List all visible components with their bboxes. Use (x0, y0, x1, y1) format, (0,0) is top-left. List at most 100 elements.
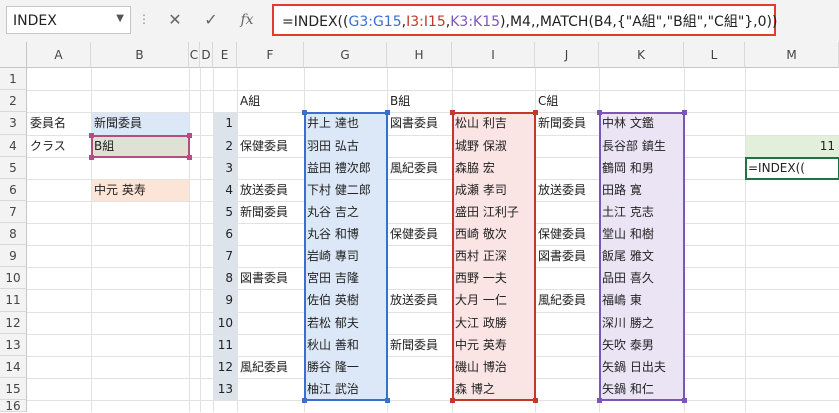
committee-c[interactable] (535, 267, 599, 289)
column-header-f[interactable]: F (237, 42, 304, 68)
range-handle[interactable] (187, 133, 192, 138)
column-header-e[interactable]: E (213, 42, 237, 68)
committee-b[interactable]: 風紀委員 (387, 157, 452, 179)
row-number[interactable]: 3 (213, 157, 237, 179)
row-header-5[interactable]: 5 (0, 157, 27, 179)
range-handle[interactable] (682, 398, 687, 403)
row-number[interactable]: 2 (213, 135, 237, 157)
committee-a[interactable] (237, 223, 304, 245)
row-header-16[interactable]: 16 (0, 400, 27, 412)
range-handle[interactable] (450, 398, 455, 403)
row-header-15[interactable]: 15 (0, 378, 27, 400)
committee-a[interactable] (237, 312, 304, 334)
committee-c[interactable] (535, 157, 599, 179)
select-all-corner[interactable] (0, 42, 27, 68)
column-header-i[interactable]: I (452, 42, 535, 68)
row-header-4[interactable]: 4 (0, 135, 27, 157)
range-handle[interactable] (682, 110, 687, 115)
row-number[interactable]: 11 (213, 334, 237, 356)
range-handle[interactable] (385, 110, 390, 115)
row-number[interactable]: 8 (213, 267, 237, 289)
column-header-m[interactable]: M (745, 42, 839, 68)
committee-b[interactable] (387, 267, 452, 289)
committee-a[interactable]: 図書委員 (237, 267, 304, 289)
range-handle[interactable] (302, 110, 307, 115)
committee-a[interactable]: 放送委員 (237, 179, 304, 201)
committee-b[interactable]: 図書委員 (387, 112, 452, 135)
row-number[interactable]: 7 (213, 245, 237, 267)
range-handle[interactable] (597, 398, 602, 403)
committee-b[interactable] (387, 312, 452, 334)
row-number[interactable]: 12 (213, 356, 237, 378)
row-number[interactable]: 6 (213, 223, 237, 245)
row-header-8[interactable]: 8 (0, 223, 27, 245)
committee-c[interactable]: 放送委員 (535, 179, 599, 201)
committee-c[interactable] (535, 378, 599, 400)
row-number[interactable]: 9 (213, 289, 237, 312)
range-handle[interactable] (597, 110, 602, 115)
row-number[interactable]: 4 (213, 179, 237, 201)
row-header-11[interactable]: 11 (0, 289, 27, 312)
column-header-d[interactable]: D (200, 42, 213, 68)
range-handle[interactable] (302, 398, 307, 403)
committee-c[interactable] (535, 334, 599, 356)
range-handle[interactable] (89, 155, 94, 160)
column-header-c[interactable]: C (189, 42, 200, 68)
committee-a[interactable] (237, 378, 304, 400)
committee-c[interactable] (535, 312, 599, 334)
range-handle[interactable] (533, 110, 538, 115)
column-header-b[interactable]: B (91, 42, 189, 68)
committee-a[interactable] (237, 245, 304, 267)
committee-a[interactable] (237, 289, 304, 312)
result-value[interactable]: 中元 英寿 (91, 179, 189, 201)
row-number[interactable]: 1 (213, 112, 237, 135)
name-box[interactable]: INDEX ▼ (6, 6, 131, 34)
committee-b[interactable]: 新聞委員 (387, 334, 452, 356)
enter-icon[interactable]: ✓ (196, 7, 226, 33)
column-header-a[interactable]: A (27, 42, 91, 68)
row-header-9[interactable]: 9 (0, 245, 27, 267)
committee-a[interactable]: 風紀委員 (237, 356, 304, 378)
row-header-13[interactable]: 13 (0, 334, 27, 356)
label-committee[interactable]: 委員名 (27, 112, 91, 135)
row-header-6[interactable]: 6 (0, 179, 27, 201)
range-handle[interactable] (533, 398, 538, 403)
row-number[interactable]: 10 (213, 312, 237, 334)
formula-input[interactable]: =INDEX((G3:G15,I3:I15,K3:K15),M4,,MATCH(… (272, 4, 777, 36)
row-header-3[interactable]: 3 (0, 112, 27, 135)
group-header-a[interactable]: A組 (237, 90, 304, 112)
committee-b[interactable]: 保健委員 (387, 223, 452, 245)
range-handle[interactable] (187, 155, 192, 160)
m4-value[interactable]: 11 (745, 135, 839, 157)
row-header-1[interactable]: 1 (0, 68, 27, 90)
committee-c[interactable] (535, 356, 599, 378)
committee-b[interactable] (387, 378, 452, 400)
committee-a[interactable] (237, 334, 304, 356)
row-header-2[interactable]: 2 (0, 90, 27, 112)
committee-value[interactable]: 新聞委員 (91, 112, 189, 135)
row-number[interactable]: 5 (213, 201, 237, 223)
committee-a[interactable] (237, 112, 304, 135)
column-header-j[interactable]: J (535, 42, 599, 68)
row-number[interactable]: 13 (213, 378, 237, 400)
label-class[interactable]: クラス (27, 135, 91, 157)
column-header-g[interactable]: G (304, 42, 387, 68)
group-header-c[interactable]: C組 (535, 90, 599, 112)
column-header-k[interactable]: K (599, 42, 684, 68)
row-header-12[interactable]: 12 (0, 312, 27, 334)
row-header-7[interactable]: 7 (0, 201, 27, 223)
committee-a[interactable]: 保健委員 (237, 135, 304, 157)
committee-a[interactable] (237, 157, 304, 179)
committee-b[interactable] (387, 179, 452, 201)
row-header-14[interactable]: 14 (0, 356, 27, 378)
range-handle[interactable] (450, 110, 455, 115)
worksheet-grid[interactable]: A B C D E F G H I J K L M 1 2 3 4 5 6 7 8 9 10 11 12 13 14 15 16 委員名新… (0, 42, 839, 412)
committee-b[interactable] (387, 245, 452, 267)
committee-c[interactable] (535, 135, 599, 157)
committee-b[interactable] (387, 135, 452, 157)
column-header-h[interactable]: H (387, 42, 452, 68)
range-handle[interactable] (385, 398, 390, 403)
chevron-down-icon[interactable]: ▼ (116, 13, 124, 24)
committee-c[interactable]: 風紀委員 (535, 289, 599, 312)
row-header-10[interactable]: 10 (0, 267, 27, 289)
